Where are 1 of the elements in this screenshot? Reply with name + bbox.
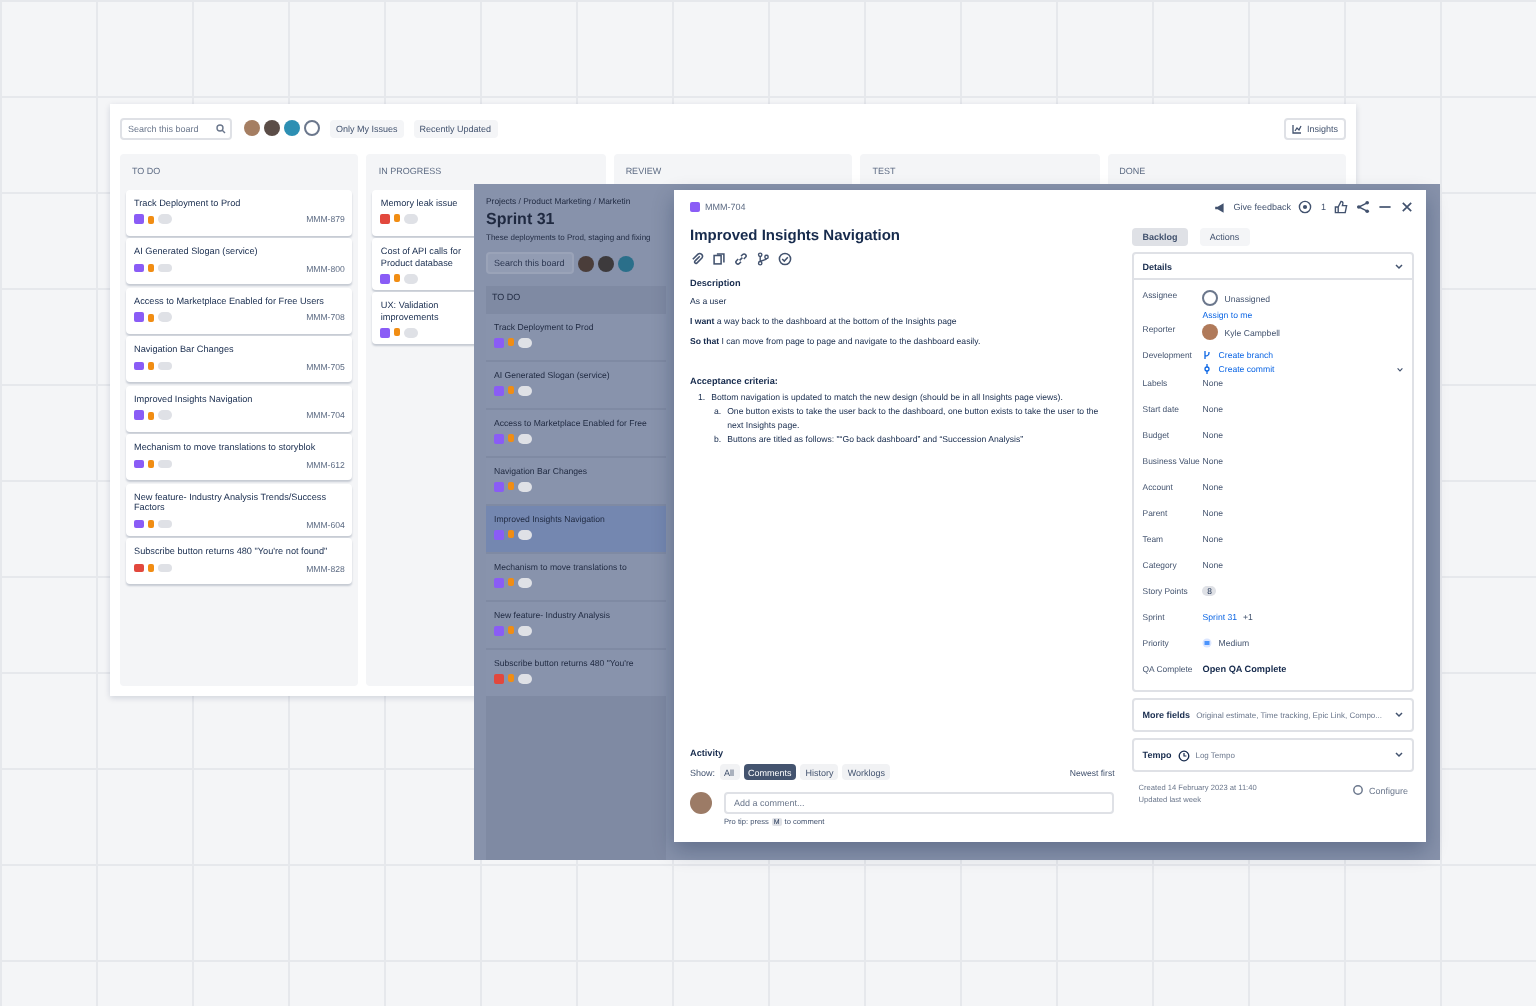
board-title: Sprint 31 bbox=[486, 210, 557, 228]
